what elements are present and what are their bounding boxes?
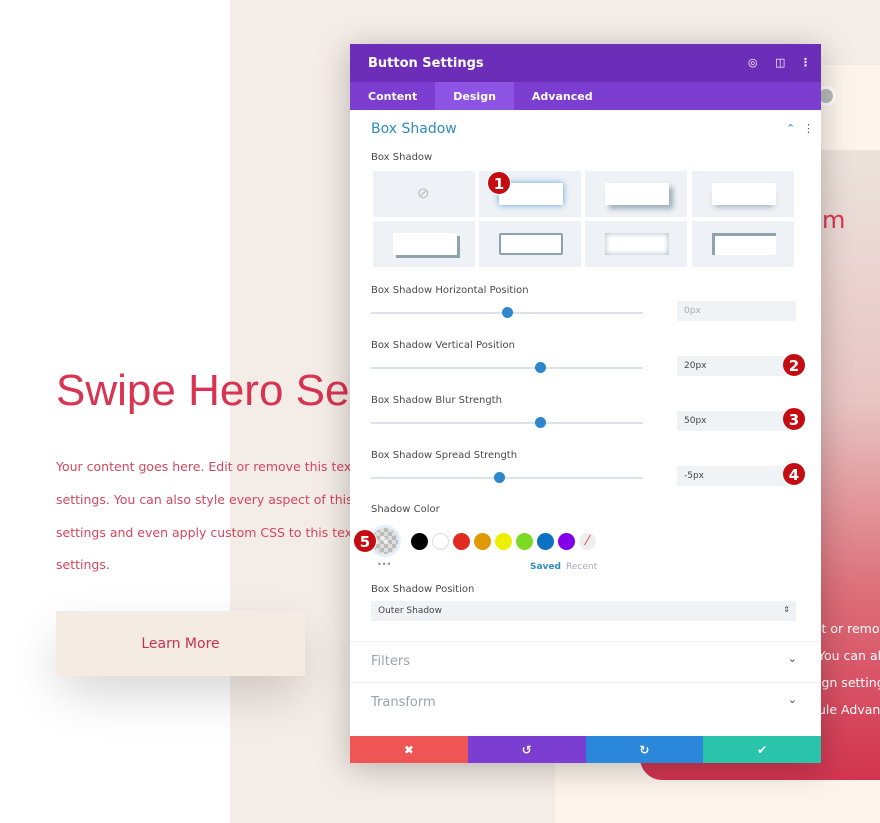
shadow-preset-6[interactable]	[585, 221, 687, 267]
step-badge-3: 3	[782, 407, 806, 431]
hero-text-line: settings.	[56, 557, 110, 572]
transform-title: Transform	[371, 695, 436, 710]
step-badge-1: 1	[487, 171, 511, 195]
hero-text-line: settings and even apply custom CSS to th…	[56, 525, 382, 540]
tab-bar: Content Design Advanced	[350, 82, 821, 110]
step-badge-4: 4	[782, 462, 806, 486]
learn-more-button[interactable]: Learn More	[56, 611, 305, 676]
right-heading: m	[822, 206, 846, 234]
filters-section[interactable]: Filters ⌄	[350, 641, 821, 682]
vertical-position-input[interactable]: 20px	[677, 356, 796, 376]
spread-strength-input[interactable]: -5px	[677, 466, 796, 486]
modal-title: Button Settings	[368, 55, 484, 71]
chevron-up-icon[interactable]: ⌃	[786, 122, 795, 135]
save-button[interactable]: ✔	[703, 736, 821, 763]
swatch-clear-icon[interactable]: ⁄	[579, 533, 596, 550]
shadow-preset-7[interactable]	[692, 221, 794, 267]
close-icon: ✖	[403, 742, 414, 757]
hero-title: Swipe Hero Se	[56, 366, 350, 415]
modal-footer: ✖ ↺ ↻ ✔	[350, 736, 821, 763]
check-icon: ✔	[757, 742, 768, 757]
box-shadow-position-label: Box Shadow Position	[371, 584, 475, 595]
spread-strength-slider[interactable]	[371, 472, 643, 483]
right-text-line: ign setting	[818, 675, 880, 690]
swatch-red[interactable]	[453, 533, 470, 550]
shadow-preset-5[interactable]	[479, 221, 581, 267]
blur-strength-input[interactable]: 50px	[677, 411, 796, 431]
step-badge-5: 5	[353, 529, 377, 553]
none-icon: ⊘	[417, 184, 430, 202]
step-badge-2: 2	[782, 353, 806, 377]
chevron-down-icon: ⌄	[787, 652, 797, 665]
slider-handle[interactable]	[494, 472, 505, 483]
redo-button[interactable]: ↻	[585, 736, 704, 763]
select-value: Outer Shadow	[378, 606, 442, 616]
hero-text-line: Your content goes here. Edit or remove t…	[56, 459, 379, 474]
recent-colors-tab[interactable]: Recent	[566, 562, 597, 572]
slider-label: Box Shadow Spread Strength	[371, 450, 518, 461]
box-shadow-position-select[interactable]: Outer Shadow ⇕	[371, 601, 796, 621]
slider-label: Box Shadow Horizontal Position	[371, 285, 529, 296]
modal-header: Button Settings ◎ ◫ ⋮	[350, 44, 821, 82]
shadow-preset-3[interactable]	[692, 171, 794, 217]
shadow-color-label: Shadow Color	[371, 504, 440, 515]
chevron-down-icon: ⌄	[787, 693, 797, 706]
swatch-white[interactable]	[432, 533, 449, 550]
slider-label: Box Shadow Vertical Position	[371, 340, 515, 351]
filters-title: Filters	[371, 654, 410, 669]
shadow-preset-4[interactable]	[373, 221, 475, 267]
split-view-icon[interactable]: ◫	[775, 56, 785, 69]
more-colors-button[interactable]: •••	[377, 560, 391, 569]
swatch-yellow[interactable]	[495, 533, 512, 550]
vertical-position-slider[interactable]	[371, 362, 643, 373]
blur-strength-slider[interactable]	[371, 417, 643, 428]
swatch-black[interactable]	[411, 533, 428, 550]
swatch-blue[interactable]	[537, 533, 554, 550]
slider-handle[interactable]	[535, 417, 546, 428]
shadow-preset-2[interactable]	[585, 171, 687, 217]
swatch-orange[interactable]	[474, 533, 491, 550]
section-title[interactable]: Box Shadow	[371, 121, 457, 137]
section-menu-icon[interactable]: ⋮	[803, 122, 814, 135]
swatch-purple[interactable]	[558, 533, 575, 550]
slider-label: Box Shadow Blur Strength	[371, 395, 502, 406]
tab-content[interactable]: Content	[350, 82, 435, 110]
undo-button[interactable]: ↺	[467, 736, 586, 763]
tab-design[interactable]: Design	[435, 82, 514, 110]
undo-icon: ↺	[521, 742, 532, 757]
box-shadow-label: Box Shadow	[371, 152, 433, 163]
transform-section[interactable]: Transform ⌄	[350, 682, 821, 723]
shadow-preset-none[interactable]: ⊘	[373, 171, 475, 217]
slider-handle[interactable]	[502, 307, 513, 318]
cancel-button[interactable]: ✖	[350, 736, 468, 763]
fullscreen-icon[interactable]: ◎	[748, 56, 758, 69]
right-text-line: ule Advanc	[818, 702, 880, 717]
right-text-line: it or remov	[818, 621, 880, 636]
saved-colors-tab[interactable]: Saved	[530, 562, 561, 572]
more-options-icon[interactable]: ⋮	[800, 56, 811, 69]
slider-handle[interactable]	[535, 362, 546, 373]
tab-advanced[interactable]: Advanced	[514, 82, 611, 110]
button-settings-modal: Button Settings ◎ ◫ ⋮ Content Design Adv…	[350, 44, 821, 763]
select-arrows-icon: ⇕	[783, 605, 790, 614]
hero-text-line: settings. You can also style every aspec…	[56, 492, 380, 507]
redo-icon: ↻	[639, 742, 650, 757]
swatch-green[interactable]	[516, 533, 533, 550]
right-text-line: You can als	[818, 648, 880, 663]
horizontal-position-slider[interactable]	[371, 307, 643, 318]
horizontal-position-input[interactable]: 0px	[677, 301, 796, 321]
